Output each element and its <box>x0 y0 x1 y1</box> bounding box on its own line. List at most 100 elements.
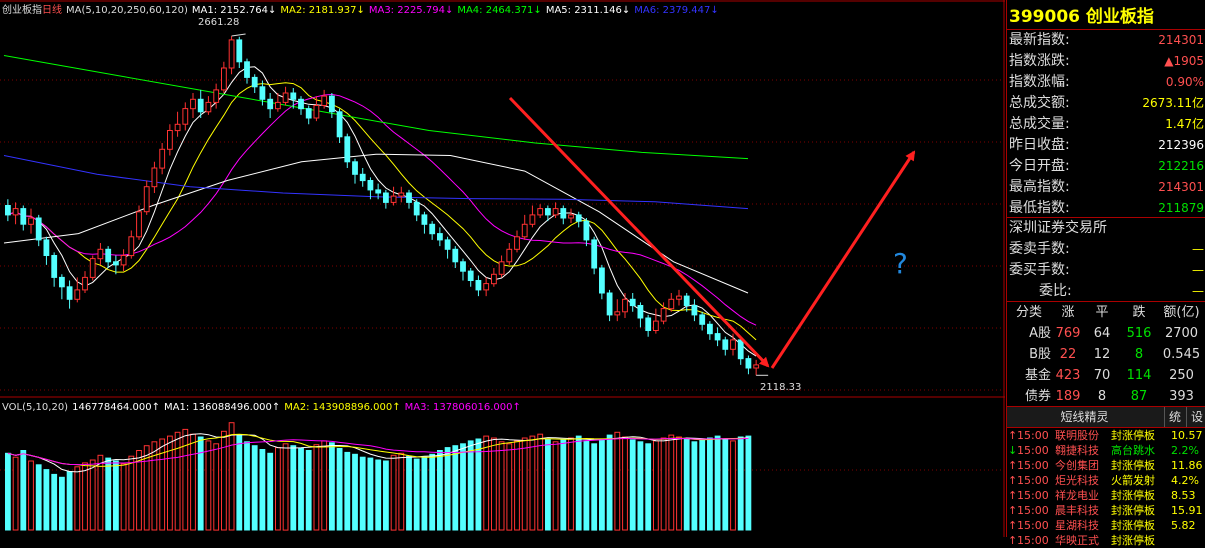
volume-bar <box>521 437 528 531</box>
volume-bar <box>74 466 81 531</box>
index-title: 399006 创业板指 <box>1009 6 1154 28</box>
news-event: 封涨停板 <box>1111 504 1155 517</box>
volume-bar <box>568 437 574 531</box>
stats-header-cell: 跌 <box>1132 305 1146 320</box>
quote-row: 最低指数: 211879 <box>1009 198 1205 219</box>
stats-header-cell: 分类 <box>1015 305 1042 320</box>
volume-bar <box>5 452 11 531</box>
tab-settings[interactable]: 设 <box>1186 407 1205 427</box>
volume-bar <box>66 471 73 531</box>
vol-ma2-value: MA2: 143908896.000↑ <box>284 402 401 413</box>
tab-stats[interactable]: 统 <box>1164 407 1185 427</box>
volume-bar <box>614 431 621 531</box>
news-time: 15:00 <box>1017 474 1049 487</box>
quote-row: 总成交额: 2673.11亿 <box>1009 93 1205 114</box>
quote-value: 1.47亿 <box>1165 117 1204 131</box>
ma6-value: MA6: 2379.447↓ <box>634 5 719 16</box>
quote-row: 总成交量: 1.47亿 <box>1009 114 1205 135</box>
news-arrow: ↑ <box>1008 459 1018 472</box>
news-time: 15:00 <box>1017 459 1049 472</box>
news-stock: 晨丰科技 <box>1055 504 1099 517</box>
volume-bar <box>398 452 405 531</box>
order-row: 委买手数: — <box>1009 260 1205 281</box>
volume-bar <box>128 455 135 531</box>
news-time: 15:00 <box>1017 489 1049 502</box>
volume-bar <box>676 436 682 531</box>
index-title-name: 创业板指 <box>1085 7 1154 27</box>
volume-bar <box>383 460 389 531</box>
quote-label: 总成交量: <box>1009 116 1070 132</box>
ma3-value: MA3: 2225.794↓ <box>368 5 454 16</box>
volume-bar <box>668 434 675 531</box>
stats-cell-amt: 0.545 <box>1162 347 1201 362</box>
quote-label: 指数涨幅: <box>1009 74 1070 90</box>
volume-bar <box>313 444 320 531</box>
stats-cell-flat: 12 <box>1093 347 1111 362</box>
quote-value: ▲1905 <box>1164 54 1204 68</box>
news-time: 15:00 <box>1017 519 1049 532</box>
volume-bar <box>722 438 729 531</box>
stats-header-cell: 涨 <box>1061 305 1075 320</box>
volume-bar <box>89 459 96 531</box>
news-event: 封涨停板 <box>1111 519 1155 532</box>
volume-bar <box>221 430 227 531</box>
volume-bar <box>552 441 559 531</box>
volume-bar <box>637 441 644 531</box>
kline-chart-pane[interactable]: 创业板指日线 MA(5,10,20,250,60,120) MA1: 2152.76… <box>0 0 1005 537</box>
volume-bar <box>645 443 652 531</box>
news-item[interactable]: ↑ 15:00 联明股份 封涨停板 10.57 <box>1007 428 1205 443</box>
volume-bar <box>367 457 374 531</box>
volume-bar <box>730 440 736 531</box>
news-item[interactable]: ↑ 15:00 祥龙电业 封涨停板 8.53 <box>1007 488 1205 503</box>
volume-bar <box>244 441 250 531</box>
volume-bar <box>35 464 42 531</box>
volume-bar <box>660 437 667 531</box>
news-stock: 祥龙电业 <box>1055 489 1099 502</box>
news-stock: 联明股份 <box>1055 429 1099 442</box>
volume-bar <box>120 463 127 531</box>
volume-bar <box>352 453 358 531</box>
quote-row: 最高指数: 214301 <box>1009 177 1205 198</box>
volume-bar <box>336 448 343 531</box>
news-item[interactable]: ↑ 15:00 晨丰科技 封涨停板 15.91 <box>1007 503 1205 518</box>
news-item[interactable]: ↑ 15:00 今创集团 封涨停板 11.86 <box>1007 458 1205 473</box>
quote-row: 指数涨幅: 0.90% <box>1009 72 1205 93</box>
news-item[interactable]: ↓ 15:00 翱捷科技 高台跳水 2.2% <box>1007 443 1205 458</box>
volume-bar <box>390 454 397 531</box>
news-value: 8.53 <box>1171 489 1196 502</box>
volume-bar <box>683 438 690 531</box>
stats-cell-amt: 250 <box>1169 368 1194 383</box>
volume-bar <box>545 438 551 531</box>
volume-bar <box>105 457 112 531</box>
tab-short-sprite[interactable]: 短线精灵 <box>1007 407 1162 427</box>
volume-bar <box>491 437 497 531</box>
quote-label: 最新指数: <box>1009 32 1070 48</box>
news-item[interactable]: ↑ 15:00 华映正式 封涨停板 <box>1007 533 1205 548</box>
news-item[interactable]: ↑ 15:00 炬光科技 火箭发射 4.2% <box>1007 473 1205 488</box>
news-stock: 今创集团 <box>1055 459 1099 472</box>
stats-cell-cat: 基金 <box>1024 368 1051 383</box>
news-item[interactable]: ↑ 15:00 星湖科技 封涨停板 5.82 <box>1007 518 1205 533</box>
chart-canvas[interactable] <box>0 0 1005 537</box>
stats-row: 债券 189 8 87 393 <box>1007 386 1205 407</box>
order-value: — <box>1192 263 1204 277</box>
order-value: — <box>1192 242 1204 256</box>
candle <box>89 255 96 281</box>
stats-cell-cat: 债券 <box>1024 389 1051 404</box>
volume-bar <box>344 451 351 531</box>
volume-bar <box>506 443 513 531</box>
ma5-value: MA5: 2311.146↓ <box>545 5 631 16</box>
volume-bar <box>452 445 459 531</box>
volume-bar <box>745 435 752 531</box>
volume-bar <box>236 434 243 531</box>
volume-bar <box>321 440 328 531</box>
news-event: 封涨停板 <box>1111 459 1155 472</box>
stats-cell-up: 423 <box>1055 368 1081 383</box>
stats-row: B股 22 12 8 0.545 <box>1007 344 1205 365</box>
news-arrow: ↓ <box>1008 444 1018 457</box>
low-price-label: 2118.33 <box>760 382 802 393</box>
news-time: 15:00 <box>1017 429 1049 442</box>
news-value: 10.57 <box>1171 429 1203 442</box>
volume-bar <box>275 447 281 531</box>
period-label: 日线 <box>42 5 62 16</box>
